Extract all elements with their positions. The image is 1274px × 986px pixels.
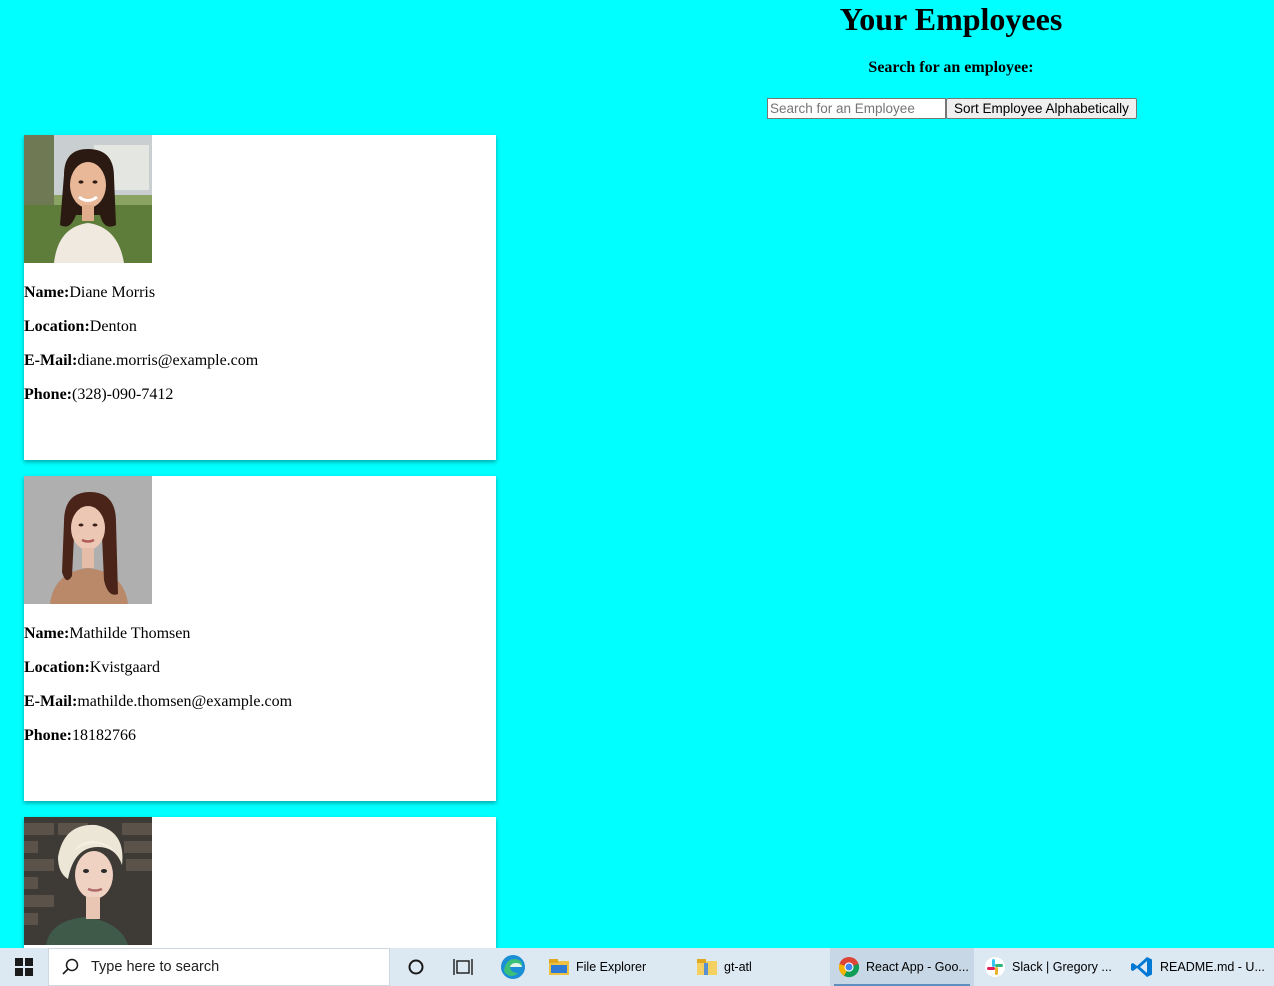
- location-label: Location:: [24, 659, 90, 676]
- email-label: E-Mail:: [24, 693, 78, 710]
- portrait-icon: [24, 476, 152, 604]
- employee-card: [24, 817, 496, 948]
- location-value: Denton: [89, 318, 137, 335]
- cortana-icon: [408, 959, 424, 975]
- employee-name: Name:Mathilde Thomsen: [24, 625, 190, 643]
- phone-label: Phone:: [24, 727, 72, 744]
- taskbar-app-label: gt-atl: [724, 960, 752, 974]
- taskbar-app-file-explorer[interactable]: File Explorer: [540, 948, 688, 986]
- phone-label: Phone:: [24, 386, 72, 403]
- cortana-button[interactable]: [393, 948, 439, 986]
- taskbar-app-vscode[interactable]: README.md - U...: [1122, 948, 1270, 986]
- chrome-icon: [838, 957, 860, 978]
- taskbar-app-label: Slack | Gregory ...: [1012, 960, 1112, 974]
- search-label: Search for an employee:: [868, 59, 1034, 76]
- employee-location: Location:Denton: [24, 318, 137, 336]
- windows-logo-icon: [15, 958, 33, 976]
- edge-icon: [501, 955, 525, 979]
- search-input[interactable]: [767, 98, 946, 119]
- portrait-icon: [24, 135, 152, 263]
- taskbar: Type here to search File Explorer gt-atl…: [0, 948, 1274, 986]
- edge-button[interactable]: [490, 948, 536, 986]
- taskbar-search[interactable]: Type here to search: [48, 948, 390, 986]
- employee-phone: Phone:(328)-090-7412: [24, 386, 173, 404]
- email-value: mathilde.thomsen@example.com: [77, 693, 293, 710]
- employee-name: Name:Diane Morris: [24, 284, 155, 302]
- page-title: Your Employees: [839, 1, 1063, 37]
- phone-value: (328)-090-7412: [72, 386, 174, 403]
- phone-value: 18182766: [72, 727, 136, 744]
- portrait-icon: [24, 817, 152, 945]
- location-value: Kvistgaard: [89, 659, 160, 676]
- name-value: Diane Morris: [69, 284, 156, 301]
- name-label: Name:: [24, 284, 70, 301]
- search-icon: [62, 958, 79, 975]
- employee-email: E-Mail:diane.morris@example.com: [24, 352, 258, 370]
- employee-phone: Phone:18182766: [24, 727, 136, 745]
- employee-photo: [24, 476, 152, 604]
- taskbar-app-slack[interactable]: Slack | Gregory ...: [976, 948, 1120, 986]
- email-value: diane.morris@example.com: [77, 352, 259, 369]
- employee-photo: [24, 817, 152, 945]
- taskbar-app-label: README.md - U...: [1160, 960, 1265, 974]
- taskbar-app-react-app[interactable]: React App - Goo...: [830, 948, 974, 986]
- vscode-icon: [1131, 957, 1152, 977]
- name-value: Mathilde Thomsen: [69, 625, 191, 642]
- taskbar-app-gt-atl[interactable]: gt-atl: [688, 948, 828, 986]
- email-label: E-Mail:: [24, 352, 78, 369]
- employee-card: Name:Mathilde Thomsen Location:Kvistgaar…: [24, 476, 496, 801]
- name-label: Name:: [24, 625, 70, 642]
- start-button[interactable]: [0, 948, 48, 986]
- folder-icon: [549, 959, 569, 975]
- taskbar-app-label: File Explorer: [576, 960, 647, 974]
- sort-alphabetically-button[interactable]: Sort Employee Alphabetically: [946, 98, 1137, 119]
- folder-icon: [697, 959, 717, 975]
- location-label: Location:: [24, 318, 90, 335]
- task-view-button[interactable]: [440, 948, 486, 986]
- taskbar-search-text: Type here to search: [91, 959, 220, 975]
- employee-location: Location:Kvistgaard: [24, 659, 160, 677]
- task-view-icon: [453, 959, 473, 975]
- employee-email: E-Mail:mathilde.thomsen@example.com: [24, 693, 292, 711]
- slack-icon: [985, 957, 1005, 977]
- employee-photo: [24, 135, 152, 263]
- search-controls: Sort Employee Alphabetically: [767, 98, 1137, 119]
- employee-card: Name:Diane Morris Location:Denton E-Mail…: [24, 135, 496, 460]
- taskbar-app-label: React App - Goo...: [866, 960, 969, 974]
